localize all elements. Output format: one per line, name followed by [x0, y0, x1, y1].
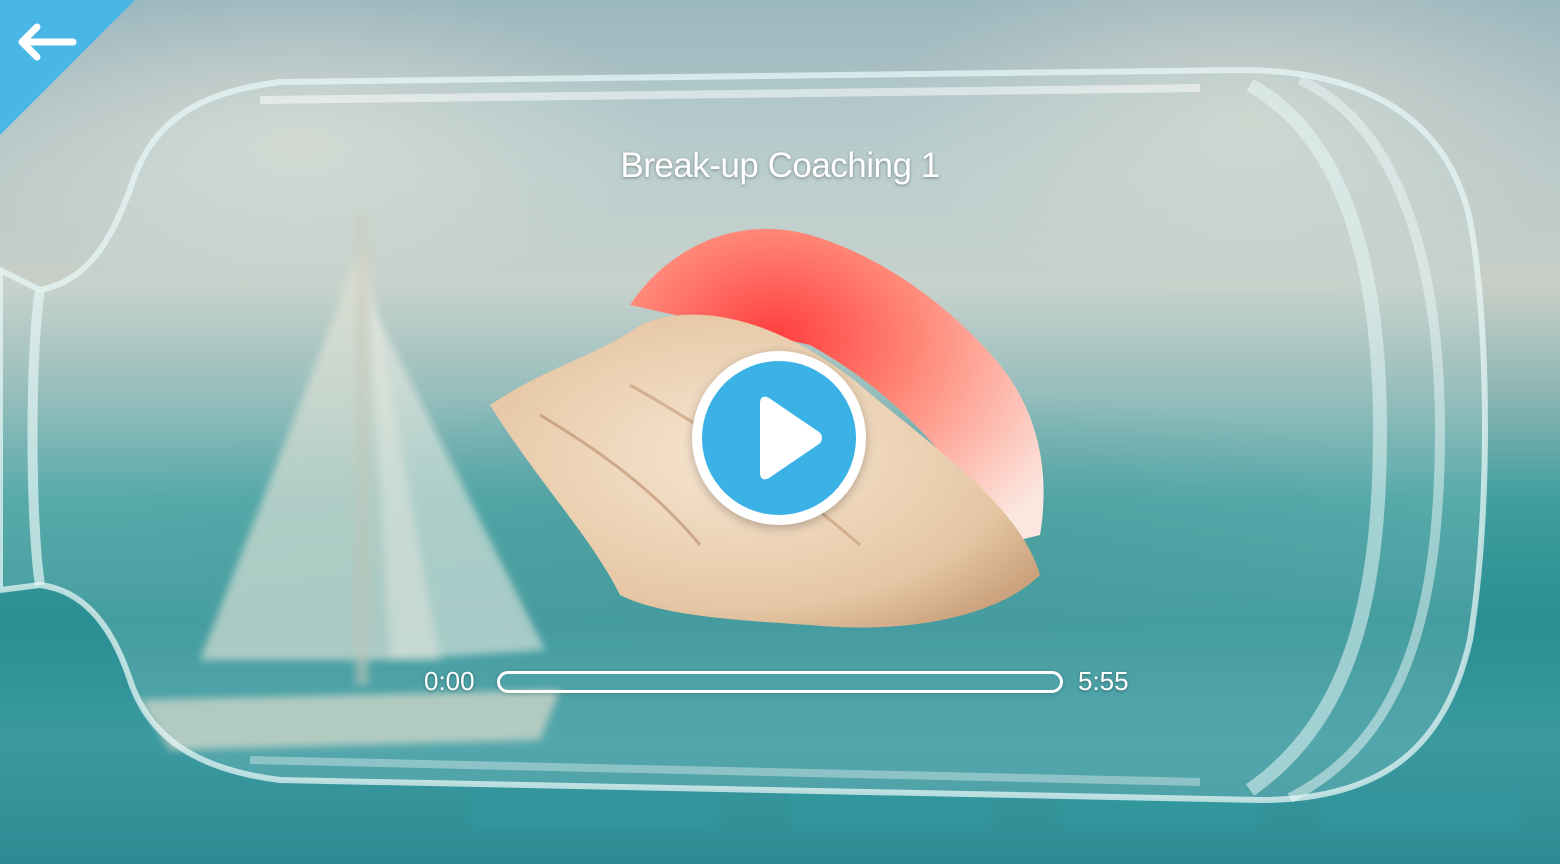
current-time: 0:00	[424, 666, 475, 696]
audio-title: Break-up Coaching 1	[620, 146, 940, 185]
total-duration: 5:55	[1078, 666, 1129, 696]
play-icon	[760, 396, 822, 480]
back-arrow-icon	[18, 23, 77, 61]
progress-bar[interactable]	[497, 671, 1063, 693]
play-button[interactable]	[692, 351, 866, 525]
back-button[interactable]	[0, 0, 135, 135]
back-button-corner-shape	[0, 0, 135, 135]
